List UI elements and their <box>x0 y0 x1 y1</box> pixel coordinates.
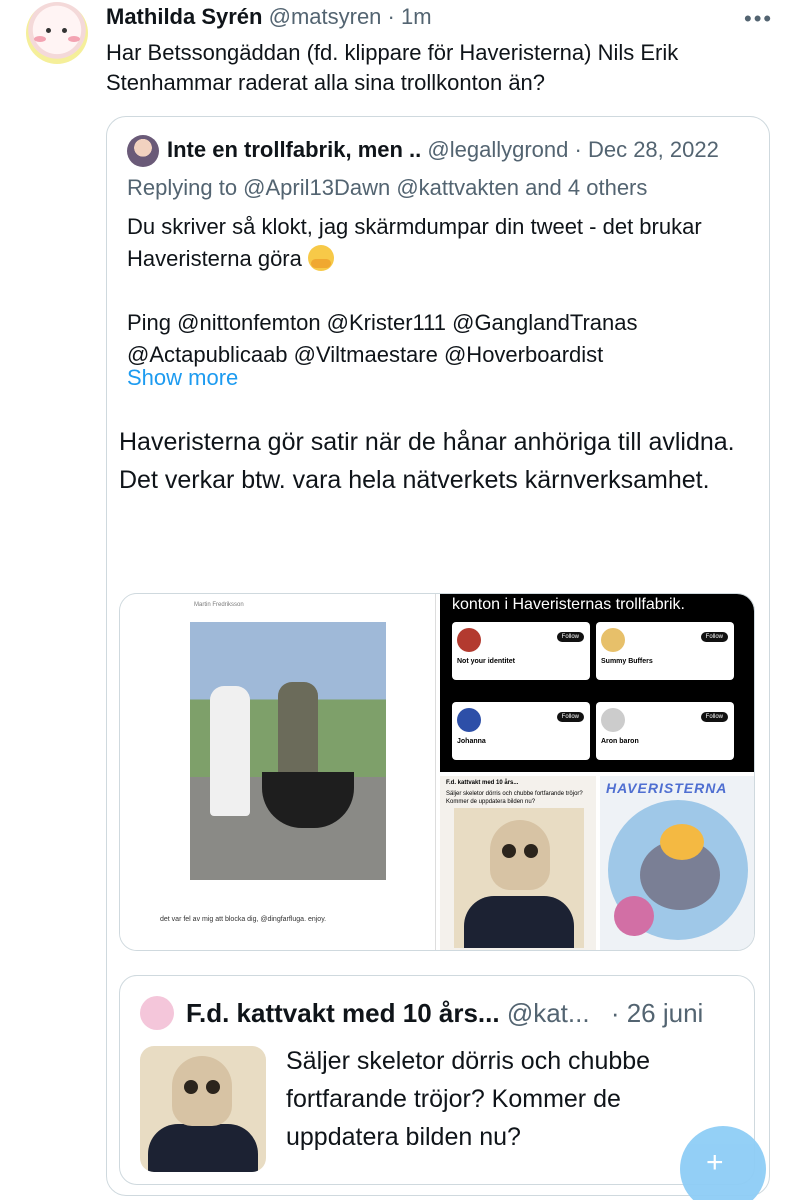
quoted-author-name[interactable]: Inte en trollfabrik, men .. <box>167 137 421 162</box>
follow-button: Follow <box>700 712 728 722</box>
more-options-icon[interactable]: ••• <box>744 6 773 32</box>
nested-header: F.d. kattvakt med 10 års... @kat... · 26… <box>186 998 703 1029</box>
author-name[interactable]: Mathilda Syrén <box>106 4 262 29</box>
profile-card: Follow Johanna <box>452 702 590 760</box>
replying-to[interactable]: Replying to @April13Dawn @kattvakten and… <box>127 175 647 201</box>
img3-header: F.d. kattvakt med 10 års... <box>446 780 519 786</box>
follow-button: Follow <box>700 632 728 642</box>
media-grid[interactable]: Martin Fredriksson det var fel av mig at… <box>119 593 755 951</box>
nested-avatar[interactable] <box>140 996 174 1030</box>
img1-header: Martin Fredriksson <box>194 602 244 608</box>
tweet-time[interactable]: · 1m <box>388 4 432 29</box>
profile-card: Follow Not your identitet <box>452 622 590 680</box>
follow-button: Follow <box>556 712 584 722</box>
nested-author-name[interactable]: F.d. kattvakt med 10 års... <box>186 998 500 1028</box>
skull-eye <box>524 844 538 858</box>
nested-thumbnail[interactable] <box>140 1046 266 1172</box>
skull-eye <box>184 1080 198 1094</box>
media-image-4[interactable]: HAVERISTERNA <box>600 776 754 950</box>
profile-name: Johanna <box>457 738 486 745</box>
nested-date[interactable]: · 26 juni <box>611 998 704 1028</box>
quoted-body-line1: Du skriver så klokt, jag skärmdumpar din… <box>127 214 702 271</box>
avatar-blush <box>34 36 46 42</box>
img3-text: Säljer skeletor dörris och chubbe fortfa… <box>446 791 583 805</box>
nested-text: Säljer skeletor dörris och chubbe fortfa… <box>286 1047 651 1151</box>
skull-photo <box>454 808 584 948</box>
avatar-eye <box>46 28 51 33</box>
profile-card: Follow Summy Buffers <box>596 622 734 680</box>
quoted-header: Inte en trollfabrik, men .. @legallygron… <box>167 137 719 163</box>
profile-avatar <box>457 628 481 652</box>
media-image-1[interactable]: Martin Fredriksson det var fel av mig at… <box>120 594 436 950</box>
quoted-avatar[interactable] <box>127 135 159 167</box>
avatar-blush <box>68 36 80 42</box>
img1-caption: det var fel av mig att blocka dig, @ding… <box>160 916 327 923</box>
skull-eye <box>206 1080 220 1094</box>
tweet-header: Mathilda Syrén @matsyren · 1m <box>106 4 432 30</box>
profile-card: Follow Aron baron <box>596 702 734 760</box>
quoted-body-pings: Ping @nittonfemton @Krister111 @Gangland… <box>127 310 638 367</box>
compose-icon: + <box>706 1146 724 1179</box>
profile-name: Summy Buffers <box>601 658 653 665</box>
quoted-main-text: Haveristerna gör satir när de hånar anhö… <box>119 428 735 494</box>
grill <box>262 772 354 828</box>
show-more-link[interactable]: Show more <box>127 365 238 391</box>
cartoon-head <box>660 824 704 860</box>
quoted-date[interactable]: · Dec 28, 2022 <box>575 137 719 162</box>
person-left <box>210 686 250 816</box>
suit <box>148 1124 258 1172</box>
author-handle[interactable]: @matsyren <box>269 4 382 29</box>
quoted-tweet[interactable]: Inte en trollfabrik, men .. @legallygron… <box>106 116 770 1196</box>
skull-eye <box>502 844 516 858</box>
media-image-2[interactable]: konton i Haveristernas trollfabrik. Foll… <box>440 594 754 772</box>
skull <box>490 820 550 890</box>
nested-quoted-tweet[interactable]: F.d. kattvakt med 10 års... @kat... · 26… <box>119 975 755 1185</box>
profile-name: Not your identitet <box>457 658 515 665</box>
quoted-author-handle[interactable]: @legallygrond <box>427 137 568 162</box>
media-image-3[interactable]: F.d. kattvakt med 10 års... Säljer skele… <box>440 776 596 950</box>
tweet-text: Har Betssongäddan (fd. klippare för Have… <box>106 40 679 95</box>
cartoon-figure <box>614 896 654 936</box>
suit <box>464 896 574 948</box>
haveristerna-logo: HAVERISTERNA <box>606 780 728 796</box>
hugging-face-emoji-icon <box>308 245 334 271</box>
author-avatar[interactable] <box>26 2 88 64</box>
profile-avatar <box>601 628 625 652</box>
profile-avatar <box>457 708 481 732</box>
profile-name: Aron baron <box>601 738 639 745</box>
follow-button: Follow <box>556 632 584 642</box>
img2-title: konton i Haveristernas trollfabrik. <box>452 596 685 613</box>
profile-avatar <box>601 708 625 732</box>
skull <box>172 1056 232 1126</box>
nested-author-handle[interactable]: @kat... <box>507 998 590 1028</box>
avatar-eye <box>62 28 67 33</box>
photo-barbecue <box>190 622 386 880</box>
